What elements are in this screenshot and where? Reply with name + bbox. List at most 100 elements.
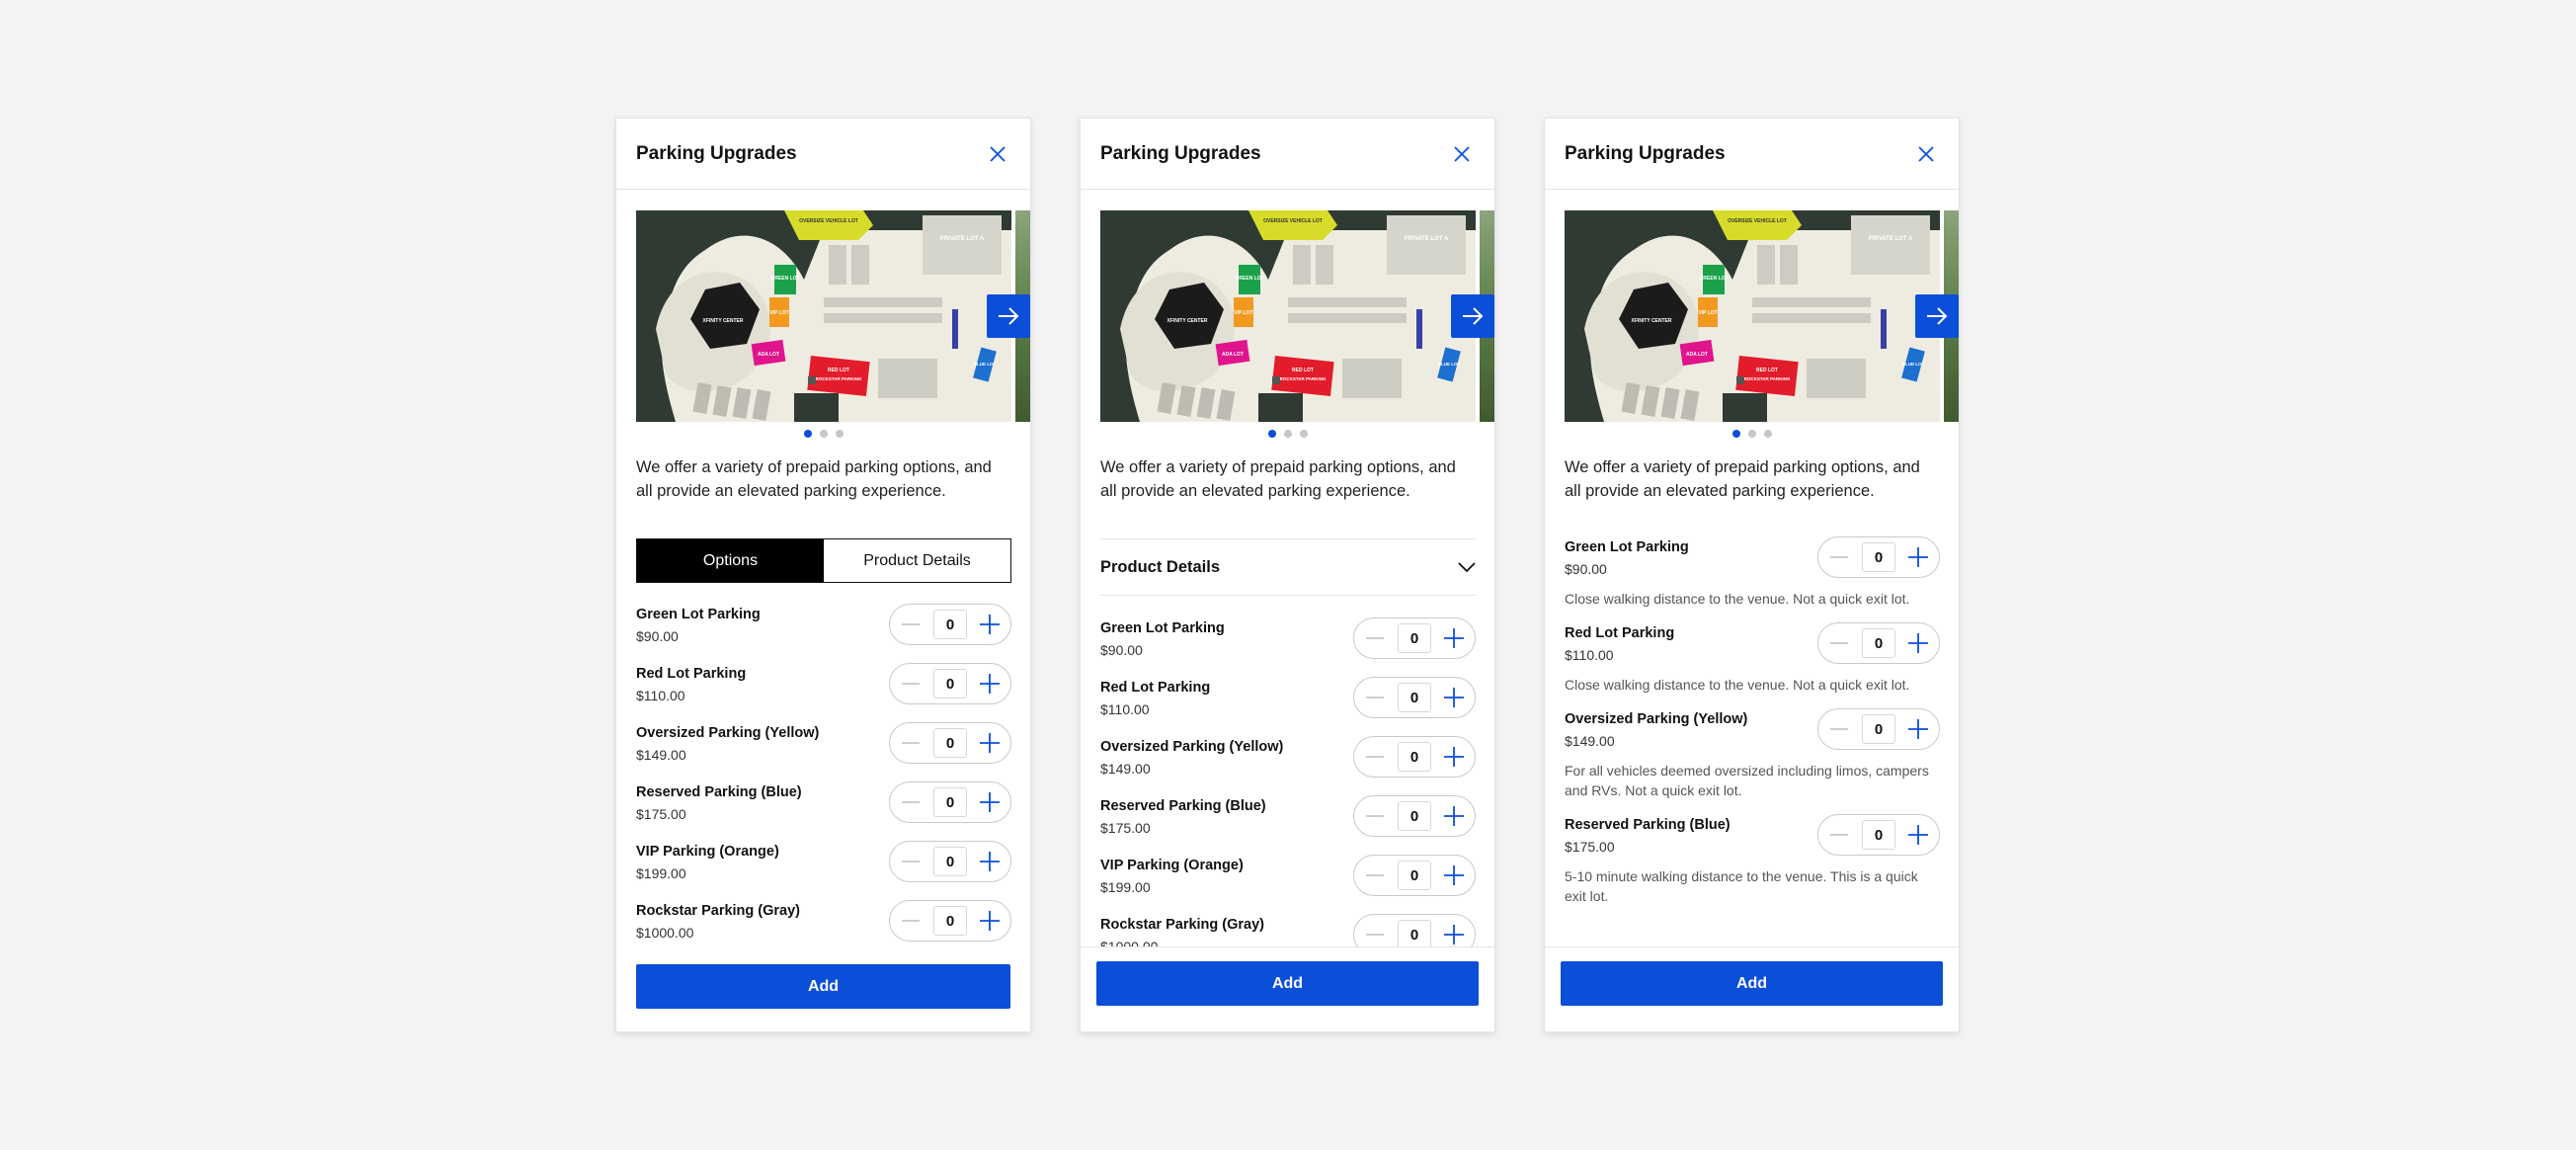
option-price: $110.00: [1565, 647, 1614, 663]
quantity-input[interactable]: 0: [1398, 742, 1431, 772]
option-price: $110.00: [636, 688, 685, 703]
increment-button[interactable]: [977, 730, 1003, 756]
decrement-button[interactable]: [898, 612, 924, 637]
decrement-button[interactable]: [898, 730, 924, 756]
decrement-button[interactable]: [1362, 685, 1388, 710]
decrement-button[interactable]: [1826, 630, 1852, 656]
tab-options[interactable]: Options: [637, 539, 824, 582]
add-button[interactable]: Add: [636, 964, 1010, 1009]
carousel-next-button[interactable]: [1915, 294, 1959, 338]
option-price: $175.00: [1565, 839, 1615, 855]
carousel-dot-1[interactable]: [1731, 430, 1740, 438]
quantity-input[interactable]: 0: [1862, 628, 1895, 658]
option-name: Oversized Parking (Yellow): [1565, 711, 1748, 727]
quantity-input[interactable]: 0: [1398, 861, 1431, 890]
decrement-button[interactable]: [898, 671, 924, 697]
parking-map-image: XFINITY CENTER OVERSIZE VEHICLE LOT PRIVAT…: [636, 210, 1011, 422]
decrement-button[interactable]: [898, 789, 924, 815]
parking-options-list: Green Lot Parking $90.00 0 Red Lot Parking $…: [636, 604, 1011, 959]
option-row: VIP Parking (Orange) $199.00 0: [1100, 855, 1476, 914]
option-price: $149.00: [1100, 761, 1151, 777]
decrement-button[interactable]: [1362, 744, 1388, 770]
carousel-next-button[interactable]: [987, 294, 1030, 338]
decrement-button[interactable]: [1826, 822, 1852, 848]
decrement-button[interactable]: [898, 849, 924, 874]
quantity-input[interactable]: 0: [1862, 820, 1895, 850]
quantity-stepper: 0: [889, 663, 1011, 704]
parking-upgrades-panel-descriptions: Parking Upgrades XFINITY CENTER OVERSIZE …: [1544, 118, 1960, 1032]
quantity-input[interactable]: 0: [1398, 920, 1431, 949]
carousel-dot-2[interactable]: [819, 430, 828, 438]
increment-button[interactable]: [977, 612, 1003, 637]
carousel-dot-3[interactable]: [1763, 430, 1772, 438]
option-row: Oversized Parking (Yellow) $149.00 0: [1100, 736, 1476, 795]
quantity-input[interactable]: 0: [933, 787, 967, 817]
increment-button[interactable]: [1441, 744, 1467, 770]
increment-button[interactable]: [977, 908, 1003, 934]
decrement-button[interactable]: [1362, 862, 1388, 888]
quantity-input[interactable]: 0: [933, 847, 967, 876]
decrement-button[interactable]: [1362, 625, 1388, 651]
carousel-dot-1[interactable]: [1267, 430, 1276, 438]
panel-footer: Add: [1545, 946, 1959, 1031]
map-carousel[interactable]: XFINITY CENTER OVERSIZE VEHICLE LOT PRIVAT…: [1565, 210, 1959, 422]
quantity-input[interactable]: 0: [933, 669, 967, 698]
decrement-button[interactable]: [1826, 544, 1852, 570]
carousel-dot-3[interactable]: [835, 430, 844, 438]
close-button[interactable]: [1913, 141, 1939, 167]
quantity-input[interactable]: 0: [933, 728, 967, 758]
increment-button[interactable]: [1441, 685, 1467, 710]
increment-button[interactable]: [1441, 625, 1467, 651]
increment-button[interactable]: [1905, 716, 1931, 742]
increment-button[interactable]: [1905, 544, 1931, 570]
decrement-button[interactable]: [1362, 803, 1388, 829]
map-label-blue: BLUE LOT: [974, 362, 997, 367]
carousel-dot-3[interactable]: [1299, 430, 1308, 438]
increment-button[interactable]: [1905, 822, 1931, 848]
quantity-input[interactable]: 0: [933, 610, 967, 639]
add-button[interactable]: Add: [1561, 961, 1943, 1006]
quantity-stepper: 0: [889, 841, 1011, 882]
parking-map-image: XFINITY CENTER OVERSIZE VEHICLE LOT PRIVAT…: [1100, 210, 1476, 422]
quantity-input[interactable]: 0: [1398, 623, 1431, 653]
quantity-input[interactable]: 0: [1862, 542, 1895, 572]
carousel-dot-1[interactable]: [803, 430, 812, 438]
map-label-blue: BLUE LOT: [1438, 362, 1461, 367]
tab-product-details[interactable]: Product Details: [824, 539, 1010, 582]
carousel-dot-2[interactable]: [1747, 430, 1756, 438]
map-carousel[interactable]: XFINITY CENTER OVERSIZE VEHICLE LOT PRIVAT…: [1100, 210, 1494, 422]
increment-button[interactable]: [1441, 862, 1467, 888]
parking-options-list: Green Lot Parking $90.00 0 Red Lot Parking $…: [1100, 617, 1476, 973]
increment-button[interactable]: [977, 671, 1003, 697]
decrement-button[interactable]: [1362, 922, 1388, 947]
carousel-dot-2[interactable]: [1283, 430, 1292, 438]
close-button[interactable]: [985, 141, 1010, 167]
increment-button[interactable]: [977, 849, 1003, 874]
option-row: Reserved Parking (Blue) $175.00 0: [636, 781, 1011, 841]
add-button[interactable]: Add: [1096, 961, 1479, 1006]
decrement-button[interactable]: [898, 908, 924, 934]
option-name: VIP Parking (Orange): [1100, 858, 1244, 873]
quantity-input[interactable]: 0: [1862, 714, 1895, 744]
map-carousel[interactable]: XFINITY CENTER OVERSIZE VEHICLE LOT PRIVAT…: [636, 210, 1030, 422]
increment-button[interactable]: [1441, 803, 1467, 829]
quantity-stepper: 0: [889, 604, 1011, 645]
carousel-next-button[interactable]: [1451, 294, 1494, 338]
increment-button[interactable]: [977, 789, 1003, 815]
quantity-input[interactable]: 0: [1398, 683, 1431, 712]
map-label-ada: ADA LOT: [1222, 352, 1244, 358]
arrow-right-icon: [999, 307, 1019, 325]
panel-title: Parking Upgrades: [636, 142, 797, 164]
minus-icon: [1366, 874, 1384, 876]
option-row: Reserved Parking (Blue) $175.00 0 5-10 minu…: [1565, 814, 1940, 920]
quantity-input[interactable]: 0: [933, 906, 967, 936]
option-price: $90.00: [636, 628, 679, 644]
increment-button[interactable]: [1905, 630, 1931, 656]
increment-button[interactable]: [1441, 922, 1467, 947]
arrow-right-icon: [1927, 307, 1948, 325]
close-button[interactable]: [1449, 141, 1475, 167]
quantity-input[interactable]: 0: [1398, 801, 1431, 831]
product-details-accordion[interactable]: Product Details: [1100, 538, 1476, 596]
intro-text: We offer a variety of prepaid parking op…: [1100, 458, 1456, 500]
decrement-button[interactable]: [1826, 716, 1852, 742]
